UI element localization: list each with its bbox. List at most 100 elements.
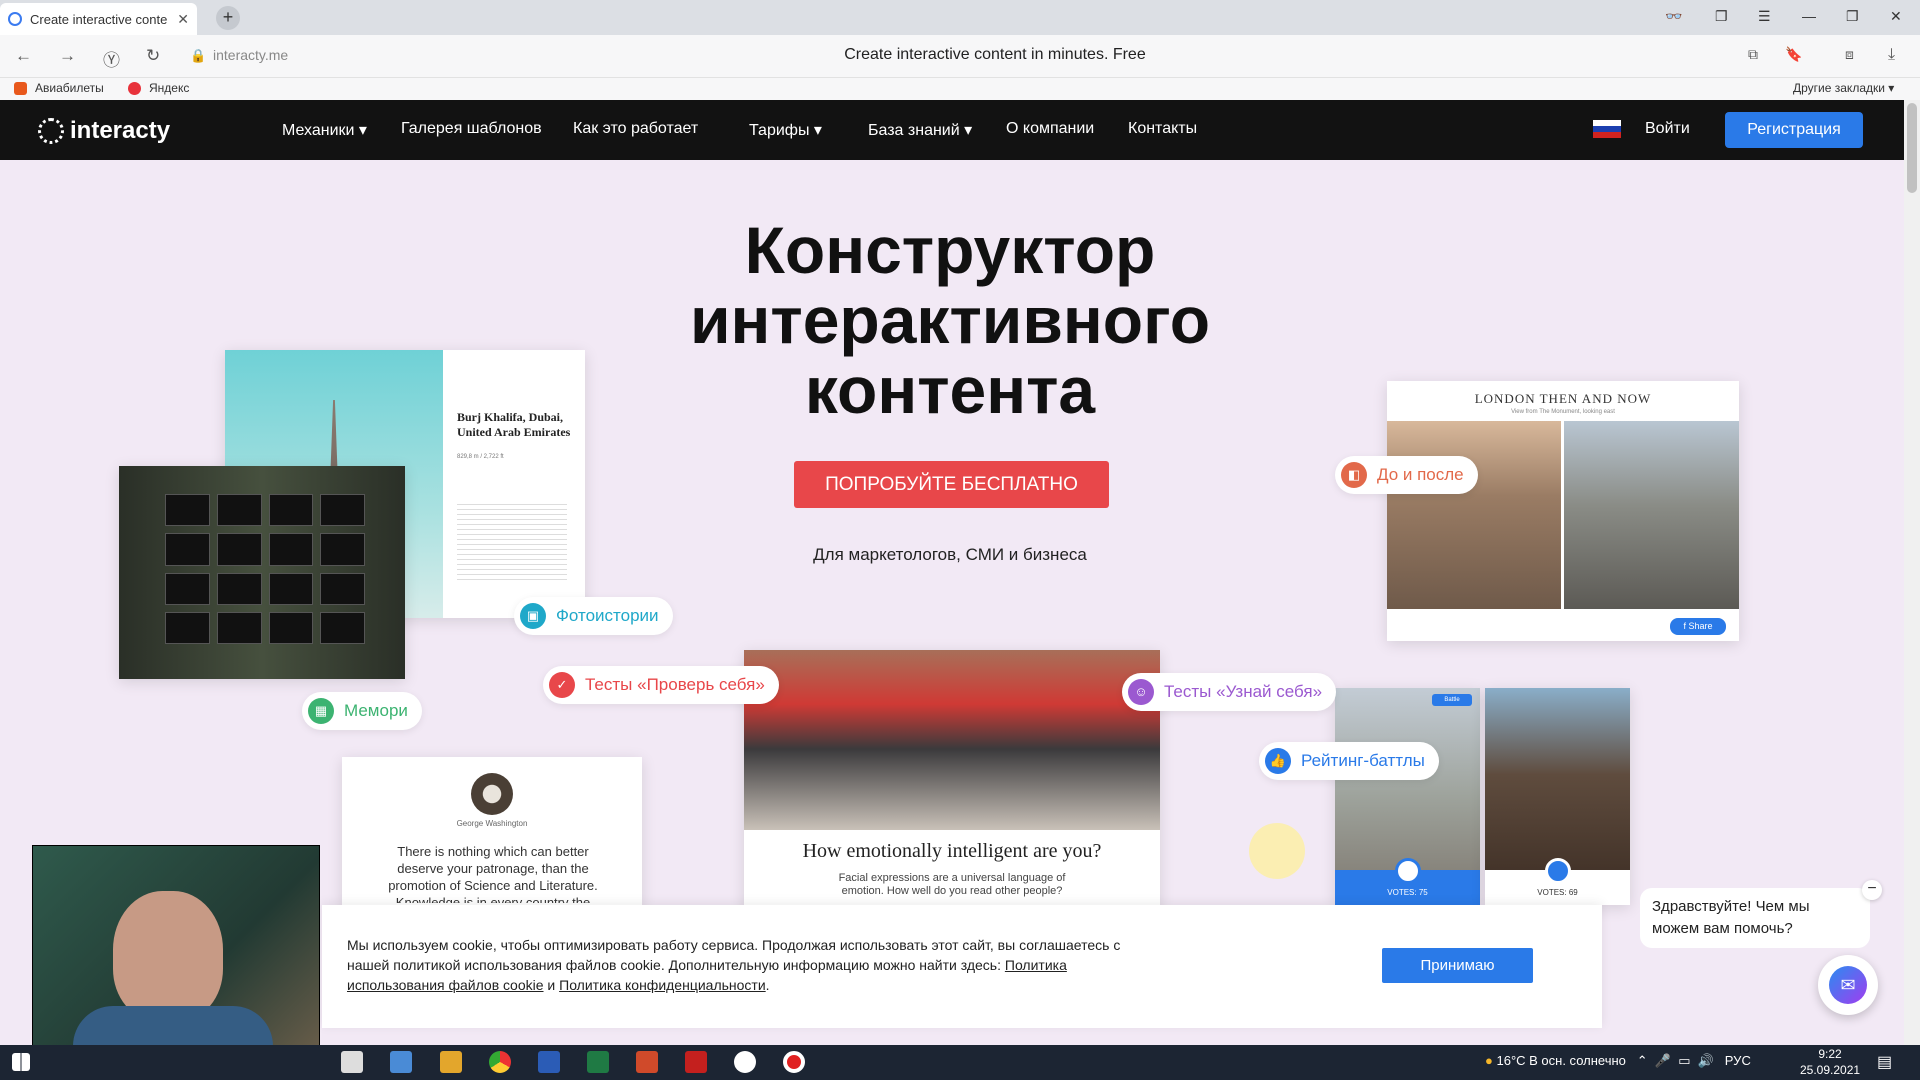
before-after-slider[interactable] — [1561, 421, 1564, 609]
pill-memory[interactable]: ▦ Мемори — [302, 692, 422, 730]
translate-icon[interactable]: ⧉ — [1748, 46, 1758, 63]
memory-tile[interactable] — [165, 572, 210, 605]
tab-close-icon[interactable]: ✕ — [177, 11, 189, 28]
nav-mechanics[interactable]: Механики ▾ — [282, 120, 367, 140]
pill-label: До и после — [1377, 465, 1464, 484]
memory-tile[interactable] — [216, 611, 262, 644]
minimize-icon[interactable]: — — [1802, 8, 1816, 24]
bookmark-label: Яндекс — [149, 81, 190, 95]
collections-icon[interactable]: ❐ — [1715, 8, 1728, 25]
site-logo[interactable]: interacty — [38, 117, 170, 145]
reading-mode-icon[interactable]: 👓 — [1665, 8, 1682, 25]
restore-icon[interactable]: ❐ — [1846, 8, 1859, 25]
memory-tile[interactable] — [268, 611, 314, 644]
acrobat-icon[interactable] — [685, 1051, 707, 1073]
memory-tile[interactable] — [320, 533, 365, 566]
new-tab-button[interactable]: + — [216, 6, 240, 30]
downloads-panel-icon[interactable]: ⧈ — [1845, 46, 1854, 63]
language-flag-icon[interactable] — [1593, 120, 1621, 138]
memory-tile[interactable] — [268, 494, 314, 527]
pill-photostories[interactable]: ▣ Фотоистории — [514, 597, 673, 635]
memory-tile[interactable] — [320, 494, 365, 527]
bookmark-yandex[interactable]: Яндекс — [128, 81, 189, 95]
memory-tile[interactable] — [216, 572, 262, 605]
memory-tile[interactable] — [320, 611, 365, 644]
nav-knowledge-base[interactable]: База знаний ▾ — [868, 120, 972, 140]
quiz-description: Facial expressions are a universal langu… — [838, 872, 1066, 897]
language-indicator[interactable]: РУС — [1725, 1053, 1751, 1068]
browser-tab[interactable]: Create interactive conte ✕ — [0, 3, 197, 35]
menu-icon[interactable]: ☰ — [1758, 8, 1771, 25]
nav-gallery[interactable]: Галерея шаблонов — [401, 120, 542, 138]
bookmark-icon[interactable]: 🔖 — [1785, 46, 1802, 63]
cookie-and: и — [547, 977, 556, 993]
cursor-highlight — [1249, 823, 1305, 879]
before-after-icon: ◧ — [1341, 462, 1367, 488]
yandex-browser-icon[interactable] — [734, 1051, 756, 1073]
register-button[interactable]: Регистрация — [1725, 112, 1863, 148]
bookmark-icon — [14, 81, 27, 95]
burj-meta: 829,8 m / 2,722 ft — [457, 454, 504, 460]
hero-title-line: интерактивного — [689, 283, 1211, 357]
memory-tile[interactable] — [216, 494, 262, 527]
author-avatar — [471, 773, 513, 815]
excel-icon[interactable] — [587, 1051, 609, 1073]
chat-minimize-icon[interactable]: − — [1862, 880, 1882, 900]
share-label: Share — [1688, 621, 1713, 631]
windows-start-icon[interactable] — [12, 1053, 30, 1071]
other-bookmarks-label: Другие закладки — [1793, 81, 1885, 95]
chat-greeting[interactable]: Здравствуйте! Чем мы можем вам помочь? — [1640, 888, 1870, 948]
pill-rating-battles[interactable]: 👍 Рейтинг-баттлы — [1259, 742, 1439, 780]
memory-tile[interactable] — [320, 572, 365, 605]
clock-time: 9:22 — [1818, 1047, 1842, 1061]
download-icon[interactable]: ⤓ — [1888, 46, 1895, 64]
bookmark-aviabilety[interactable]: Авиабилеты — [14, 81, 104, 95]
other-bookmarks[interactable]: Другие закладки ▾ — [1793, 81, 1894, 95]
clock[interactable]: 9:22 25.09.2021 — [1800, 1046, 1860, 1078]
window-close-icon[interactable]: ✕ — [1890, 8, 1902, 25]
memory-tile[interactable] — [268, 533, 314, 566]
tab-title: Create interactive conte — [30, 11, 168, 27]
recorder-icon[interactable] — [783, 1051, 805, 1073]
word-icon[interactable] — [538, 1051, 560, 1073]
test-personality-icon: ☺ — [1128, 679, 1154, 705]
facebook-share-button[interactable]: f Share — [1670, 618, 1726, 635]
weather-text[interactable]: 16°C В осн. солнечно — [1496, 1053, 1625, 1068]
memory-tile[interactable] — [165, 494, 210, 527]
bookmarks-bar — [0, 78, 1920, 100]
nav-pricing[interactable]: Тарифы ▾ — [749, 120, 822, 140]
memory-tile[interactable] — [216, 533, 262, 566]
hero-title: Конструктор интерактивного контента — [560, 215, 1340, 425]
nav-contacts[interactable]: Контакты — [1128, 120, 1197, 138]
explorer-app-icon[interactable] — [390, 1051, 412, 1073]
powerpoint-icon[interactable] — [636, 1051, 658, 1073]
battle-cat-card[interactable]: Battle VOTES: 75 — [1335, 688, 1480, 905]
pill-label: Тесты «Проверь себя» — [585, 675, 765, 694]
memory-tile[interactable] — [165, 533, 210, 566]
like-icon[interactable] — [1395, 858, 1421, 884]
memory-tile[interactable] — [268, 572, 314, 605]
nav-about[interactable]: О компании — [1006, 120, 1094, 138]
pill-before-after[interactable]: ◧ До и после — [1335, 456, 1478, 494]
scrollbar-thumb[interactable] — [1907, 103, 1917, 193]
notifications-icon[interactable]: ▤ — [1877, 1052, 1892, 1072]
battle-dog-card[interactable]: VOTES: 69 — [1485, 688, 1630, 905]
pill-tests-check[interactable]: ✓ Тесты «Проверь себя» — [543, 666, 779, 704]
pill-tests-personality[interactable]: ☺ Тесты «Узнай себя» — [1122, 673, 1337, 711]
files-app-icon[interactable] — [440, 1051, 462, 1073]
hero-title-line: контента — [804, 353, 1096, 427]
like-icon[interactable] — [1545, 858, 1571, 884]
page-title: Create interactive content in minutes. F… — [844, 46, 1146, 63]
messenger-chat-button[interactable]: ✉ — [1818, 955, 1878, 1015]
nav-how-it-works[interactable]: Как это работает — [573, 120, 698, 138]
page-scrollbar[interactable] — [1904, 100, 1920, 1045]
accept-cookies-button[interactable]: Принимаю — [1382, 948, 1533, 983]
privacy-policy-link[interactable]: Политика конфиденциальности — [559, 977, 766, 993]
calendar-app-icon[interactable] — [341, 1051, 363, 1073]
presenter-face — [113, 891, 223, 1021]
chrome-icon[interactable] — [489, 1051, 511, 1073]
login-link[interactable]: Войти — [1645, 120, 1690, 138]
clock-date: 25.09.2021 — [1800, 1063, 1861, 1077]
try-free-button[interactable]: ПОПРОБУЙТЕ БЕСПЛАТНО — [794, 461, 1109, 508]
memory-tile[interactable] — [165, 611, 210, 644]
